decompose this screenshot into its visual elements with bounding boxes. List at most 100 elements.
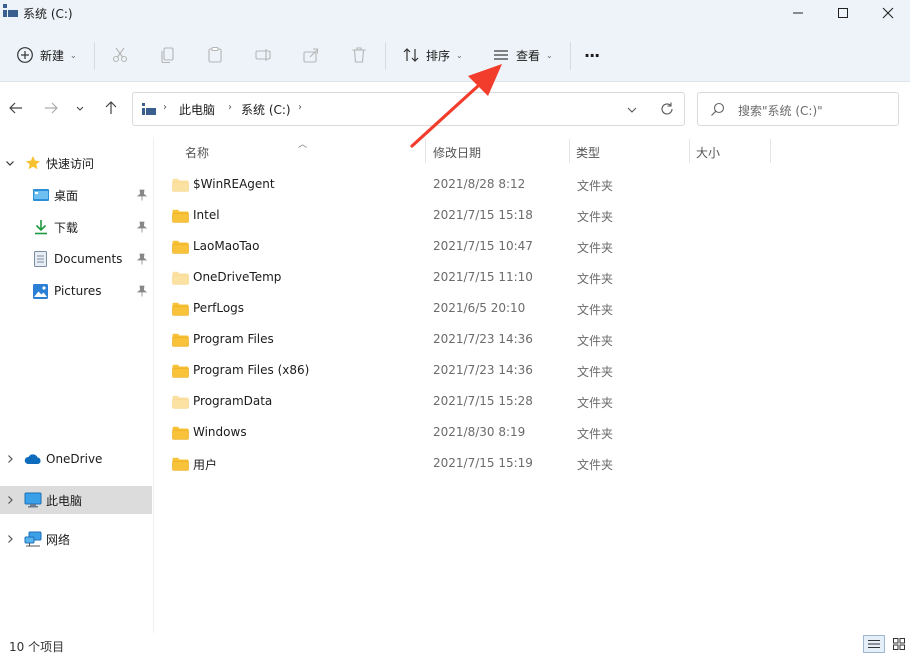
file-name: Program Files: [193, 332, 274, 346]
table-row[interactable]: $WinREAgent 2021/8/28 8:12 文件夹: [168, 169, 910, 200]
toolbar-divider: [570, 42, 571, 70]
share-button[interactable]: [298, 42, 324, 68]
folder-icon: [172, 209, 189, 223]
column-divider[interactable]: [770, 139, 771, 163]
sidebar-item-network[interactable]: 网络: [0, 525, 152, 553]
maximize-button[interactable]: [820, 0, 866, 26]
file-date-modified: 2021/7/15 11:10: [433, 270, 533, 284]
back-button[interactable]: [5, 97, 27, 119]
file-type: 文件夹: [577, 365, 614, 379]
file-name: Intel: [193, 208, 220, 222]
folder-icon: [172, 302, 189, 316]
sidebar-item-desktop[interactable]: 桌面: [0, 181, 152, 209]
column-divider[interactable]: [689, 139, 690, 163]
search-placeholder: 搜索"系统 (C:)": [738, 104, 823, 118]
details-view-button[interactable]: [863, 635, 885, 653]
file-name: LaoMaoTao: [193, 239, 260, 253]
file-date-modified: 2021/8/30 8:19: [433, 425, 526, 439]
chevron-right-icon[interactable]: [5, 454, 15, 464]
table-row[interactable]: PerfLogs 2021/6/5 20:10 文件夹: [168, 293, 910, 324]
column-divider[interactable]: [569, 139, 570, 163]
file-date-modified: 2021/7/15 15:19: [433, 456, 533, 470]
breadcrumb-this-pc[interactable]: 此电脑: [179, 101, 215, 118]
column-header-date-modified[interactable]: 修改日期: [433, 144, 481, 161]
sidebar-item-label: 此电脑: [46, 493, 83, 508]
sidebar-item-quick-access[interactable]: 快速访问: [0, 149, 152, 177]
file-date-modified: 2021/7/15 15:28: [433, 394, 533, 408]
pictures-icon: [33, 283, 48, 299]
sidebar-item-label: Documents: [54, 252, 123, 266]
recent-locations-button[interactable]: [71, 97, 89, 119]
table-row[interactable]: Program Files 2021/7/23 14:36 文件夹: [168, 324, 910, 355]
paste-button[interactable]: [202, 42, 228, 68]
chevron-down-icon: ⌄: [456, 50, 463, 60]
file-type: 文件夹: [577, 241, 614, 255]
chevron-down-icon: [76, 106, 84, 111]
address-bar[interactable]: › 此电脑 › 系统 (C:) ›: [132, 92, 685, 126]
new-button[interactable]: 新建 ⌄: [10, 40, 83, 70]
table-row[interactable]: Windows 2021/8/30 8:19 文件夹: [168, 417, 910, 448]
breadcrumb-separator-icon: ›: [298, 102, 302, 113]
table-row[interactable]: Intel 2021/7/15 15:18 文件夹: [168, 200, 910, 231]
search-box[interactable]: 搜索"系统 (C:)": [697, 92, 899, 126]
large-icons-view-button[interactable]: [888, 635, 910, 653]
plus-circle-icon: [17, 47, 33, 63]
onedrive-cloud-icon: [24, 454, 41, 464]
chevron-right-icon[interactable]: [5, 534, 15, 544]
rename-button[interactable]: [250, 42, 276, 68]
file-name: ProgramData: [193, 394, 273, 408]
pin-icon: [137, 253, 147, 265]
delete-button[interactable]: [346, 42, 372, 68]
up-button[interactable]: [100, 97, 122, 119]
tiles-view-icon: [893, 638, 905, 650]
pin-icon: [137, 189, 147, 201]
file-date-modified: 2021/7/15 10:47: [433, 239, 533, 253]
table-row[interactable]: OneDriveTemp 2021/7/15 11:10 文件夹: [168, 262, 910, 293]
copy-button[interactable]: [155, 42, 181, 68]
file-type: 文件夹: [577, 303, 614, 317]
close-icon: [882, 7, 894, 19]
table-row[interactable]: 用户 2021/7/15 15:19 文件夹: [168, 448, 910, 479]
chevron-down-icon[interactable]: [5, 158, 15, 168]
file-name: Windows: [193, 425, 247, 439]
close-button[interactable]: [865, 0, 910, 26]
clipboard-icon: [208, 46, 222, 63]
sidebar-item-pictures[interactable]: Pictures: [0, 277, 152, 305]
folder-icon: [172, 395, 189, 409]
chevron-down-icon: ⌄: [70, 50, 77, 60]
table-row[interactable]: Program Files (x86) 2021/7/23 14:36 文件夹: [168, 355, 910, 386]
breadcrumb-drive-c[interactable]: 系统 (C:): [241, 101, 291, 118]
new-button-label: 新建: [40, 48, 65, 63]
file-name: Program Files (x86): [193, 363, 310, 377]
copy-icon: [161, 47, 174, 64]
view-button[interactable]: 查看 ⌄: [486, 40, 559, 70]
sort-button-label: 排序: [426, 48, 451, 63]
sidebar-item-this-pc[interactable]: 此电脑: [0, 486, 152, 514]
column-header-size[interactable]: 大小: [696, 144, 720, 161]
column-header-name[interactable]: 名称: [185, 144, 209, 161]
address-history-chevron-icon[interactable]: [626, 104, 638, 116]
chevron-right-icon[interactable]: [5, 495, 15, 505]
sort-button[interactable]: 排序 ⌄: [396, 40, 469, 70]
pin-icon: [137, 285, 147, 297]
more-options-button[interactable]: ···: [578, 40, 605, 70]
column-header-type[interactable]: 类型: [576, 144, 600, 161]
cut-button[interactable]: [107, 42, 133, 68]
file-type: 文件夹: [577, 334, 614, 348]
file-type: 文件夹: [577, 272, 614, 286]
sidebar-item-downloads[interactable]: 下载: [0, 213, 152, 241]
file-date-modified: 2021/7/15 15:18: [433, 208, 533, 222]
sidebar-item-documents[interactable]: Documents: [0, 245, 152, 273]
refresh-icon[interactable]: [659, 101, 675, 117]
file-name: OneDriveTemp: [193, 270, 282, 284]
breadcrumb-separator-icon: ›: [163, 102, 167, 113]
file-date-modified: 2021/8/28 8:12: [433, 177, 526, 191]
forward-button[interactable]: [40, 97, 62, 119]
this-pc-icon: [142, 103, 156, 115]
table-row[interactable]: LaoMaoTao 2021/7/15 10:47 文件夹: [168, 231, 910, 262]
sidebar-item-onedrive[interactable]: OneDrive: [0, 445, 152, 473]
column-divider[interactable]: [425, 139, 426, 163]
minimize-button[interactable]: [775, 0, 821, 26]
file-explorer-app-icon: [3, 4, 18, 17]
table-row[interactable]: ProgramData 2021/7/15 15:28 文件夹: [168, 386, 910, 417]
